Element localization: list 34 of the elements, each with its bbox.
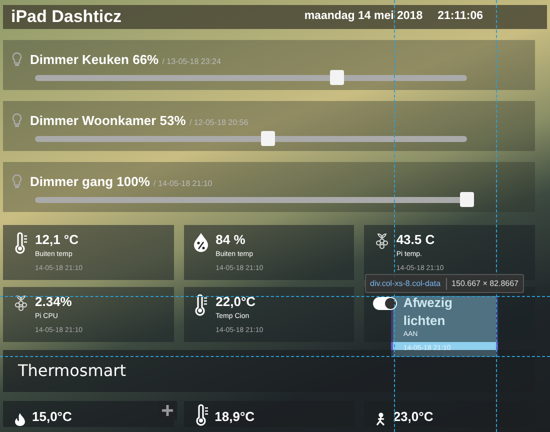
slider-thumb[interactable] xyxy=(261,130,276,146)
sensor-value: 2.34% xyxy=(35,294,73,310)
thermometer-icon xyxy=(194,294,208,316)
raspberry-icon xyxy=(374,232,389,250)
dimmer-label: Dimmer Keuken 66% / 13-05-18 23:24 xyxy=(30,51,221,69)
switch-label: Afwezig lichten xyxy=(403,294,454,330)
flame-icon xyxy=(14,412,26,426)
element-selector: div.col-xs-8.col-data xyxy=(370,278,441,290)
lightbulb-icon xyxy=(12,174,22,190)
date-text: maandag 14 mei 2018 xyxy=(304,9,423,24)
section-title: Thermosmart xyxy=(18,360,126,382)
temperature-value: 23,0°C xyxy=(393,408,434,426)
humidity-drop-icon xyxy=(193,232,210,252)
element-size: 150.667 × 82.8667 xyxy=(446,278,518,290)
lightbulb-icon xyxy=(12,52,22,68)
lightbulb-icon xyxy=(12,113,22,128)
sensor-value: 84 % xyxy=(216,232,246,248)
dashboard-title: iPad Dashticz xyxy=(11,6,122,28)
slider-thumb[interactable] xyxy=(460,192,474,206)
thermometer-icon xyxy=(194,404,209,426)
raspberry-icon xyxy=(14,294,28,312)
dimmer-label: Dimmer gang 100% / 14-05-18 21:10 xyxy=(30,173,212,191)
plus-icon xyxy=(162,405,173,416)
person-icon xyxy=(375,412,388,426)
sensor-value: 12,1 °C xyxy=(35,232,80,248)
toggle-switch[interactable] xyxy=(373,297,398,310)
thermometer-icon xyxy=(14,232,28,254)
temperature-value: 18,9°C xyxy=(214,408,255,426)
temperature-value: 15,0°C xyxy=(32,408,72,426)
slider-thumb[interactable] xyxy=(330,70,344,84)
clock-time: 21:11:06 xyxy=(438,9,483,24)
sensor-value: 22,0°C xyxy=(216,294,257,310)
sensor-value: 43.5 C xyxy=(396,232,436,248)
dimmer-label: Dimmer Woonkamer 53% / 12-05-18 20:56 xyxy=(30,112,248,130)
